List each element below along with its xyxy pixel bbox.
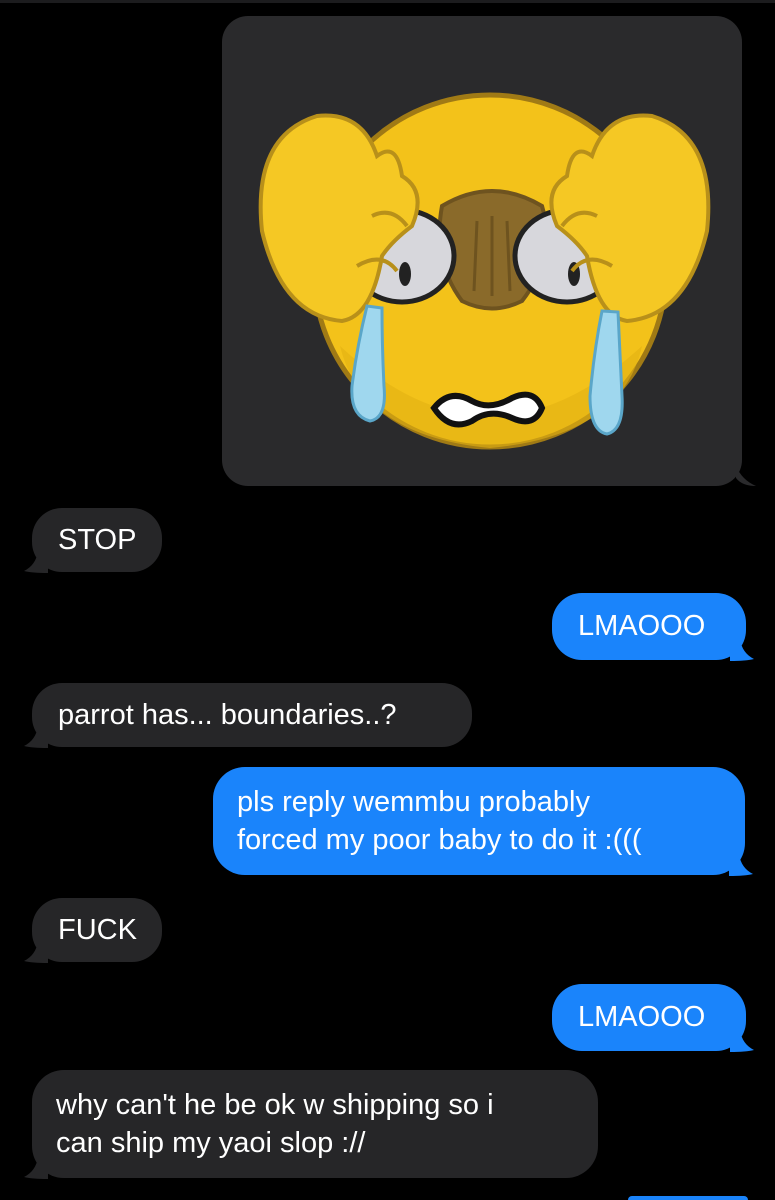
bubble-tail: [729, 854, 753, 876]
bubble-tail: [24, 551, 48, 573]
message-bubble-incoming[interactable]: why can't he be ok w shipping so i can s…: [24, 1070, 598, 1179]
top-divider: [0, 0, 775, 3]
message-bubble-outgoing[interactable]: LMAOOO: [552, 984, 754, 1052]
bubble-tail: [730, 639, 754, 661]
message-text-line: pls reply wemmbu probably: [237, 786, 590, 818]
message-bubble-incoming[interactable]: parrot has... boundaries..?: [24, 683, 472, 748]
bubble-tail: [24, 1157, 48, 1179]
bubble-tail: [24, 941, 48, 963]
message-bubble-outgoing[interactable]: pls reply wemmbu probably forced my poor…: [213, 767, 753, 876]
message-text: LMAOOO: [578, 1001, 706, 1033]
message-text: FUCK: [58, 914, 137, 946]
bubble-tail: [730, 1030, 754, 1052]
crying-covering-eyes-emoji-icon: [258, 92, 711, 450]
bubble-tail: [24, 726, 48, 748]
message-text-line: why can't he be ok w shipping so i: [56, 1089, 494, 1121]
message-text-line: forced my poor baby to do it :(((: [237, 824, 642, 856]
message-text: parrot has... boundaries..?: [58, 699, 397, 731]
message-bubble-incoming[interactable]: FUCK: [24, 898, 162, 963]
message-bubble-incoming[interactable]: STOP: [24, 508, 162, 573]
message-text: STOP: [58, 524, 137, 556]
image-message-tail: [736, 466, 756, 486]
next-message-bubble-edge: [628, 1196, 748, 1200]
image-message[interactable]: [222, 16, 742, 486]
message-bubble-outgoing[interactable]: LMAOOO: [552, 593, 754, 661]
message-text: LMAOOO: [578, 610, 706, 642]
message-text-line: can ship my yaoi slop ://: [56, 1127, 366, 1159]
